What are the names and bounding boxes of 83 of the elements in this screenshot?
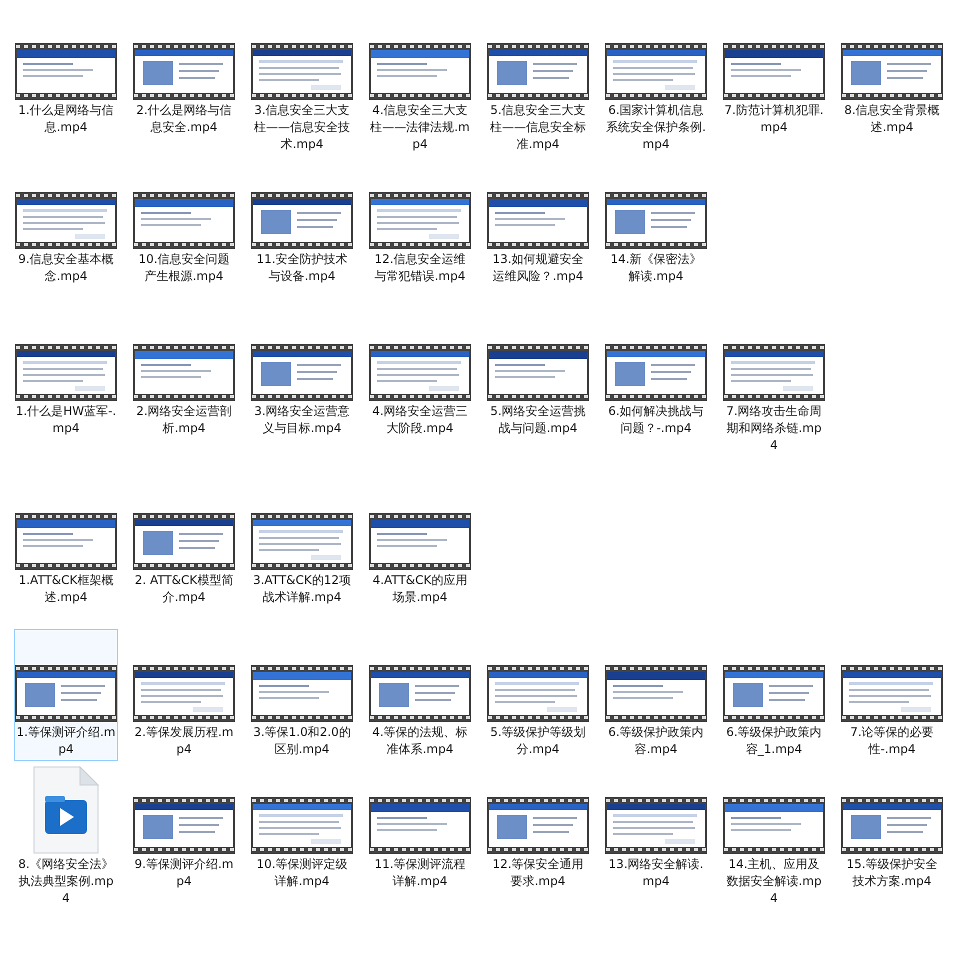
- file-item[interactable]: 5.信息安全三大支柱——信息安全标准.mp4: [486, 7, 590, 156]
- file-name: 1.什么是网络与信息.mp4: [17, 102, 115, 136]
- file-item[interactable]: 1.什么是HW蓝军-.mp4: [14, 308, 118, 457]
- file-item[interactable]: 1.什么是网络与信息.mp4: [14, 7, 118, 156]
- file-item[interactable]: 3.等保1.0和2.0的区别.mp4: [250, 629, 354, 761]
- file-name: 5.网络安全运营挑战与问题.mp4: [489, 403, 587, 437]
- file-name: 1.什么是HW蓝军-.mp4: [15, 403, 117, 437]
- file-item[interactable]: 4.网络安全运营三大阶段.mp4: [368, 308, 472, 457]
- file-item[interactable]: 9.信息安全基本概念.mp4: [14, 156, 118, 288]
- file-item[interactable]: 7.网络攻击生命周期和网络杀链.mp4: [722, 308, 826, 457]
- file-item[interactable]: 1.等保测评介绍.mp4: [14, 629, 118, 761]
- file-name: 7.网络攻击生命周期和网络杀链.mp4: [725, 403, 823, 454]
- file-name: 4.信息安全三大支柱——法律法规.mp4: [369, 102, 471, 153]
- file-item[interactable]: 2.等保发展历程.mp4: [132, 629, 236, 761]
- file-item[interactable]: 6.等级保护政策内容_1.mp4: [722, 629, 826, 761]
- file-name: 4.等保的法规、标准体系.mp4: [371, 724, 469, 758]
- file-name: 12.等保安全通用要求.mp4: [491, 856, 585, 890]
- file-item[interactable]: 10.等保测评定级详解.mp4: [250, 761, 354, 910]
- file-item[interactable]: 14.主机、应用及数据安全解读.mp4: [722, 761, 826, 910]
- file-item[interactable]: 15.等级保护安全技术方案.mp4: [840, 761, 944, 910]
- file-item[interactable]: 7.论等保的必要性-.mp4: [840, 629, 944, 761]
- video-file-icon: [33, 766, 99, 854]
- file-item[interactable]: 14.新《保密法》解读.mp4: [604, 156, 708, 288]
- file-name: 6.等级保护政策内容_1.mp4: [725, 724, 823, 758]
- file-item[interactable]: 1.ATT&CK框架概述.mp4: [14, 477, 118, 609]
- file-item[interactable]: 2.什么是网络与信息安全.mp4: [132, 7, 236, 156]
- file-name: 3.等保1.0和2.0的区别.mp4: [252, 724, 352, 758]
- file-name: 10.信息安全问题产生根源.mp4: [137, 251, 231, 285]
- file-item[interactable]: 10.信息安全问题产生根源.mp4: [132, 156, 236, 288]
- file-item[interactable]: 2.网络安全运营剖析.mp4: [132, 308, 236, 457]
- file-item[interactable]: 13.如何规避安全运维风险？.mp4: [486, 156, 590, 288]
- file-item[interactable]: 11.等保测评流程详解.mp4: [368, 761, 472, 910]
- file-name: 14.新《保密法》解读.mp4: [609, 251, 703, 285]
- file-item[interactable]: 12.等保安全通用要求.mp4: [486, 761, 590, 910]
- file-name: 2.什么是网络与信息安全.mp4: [135, 102, 233, 136]
- file-item[interactable]: 5.等级保护等级划分.mp4: [486, 629, 590, 761]
- file-name: 9.等保测评介绍.mp4: [134, 856, 234, 890]
- file-name: 4.ATT&CK的应用场景.mp4: [372, 572, 468, 606]
- file-name: 7.论等保的必要性-.mp4: [849, 724, 935, 758]
- file-item[interactable]: 4.ATT&CK的应用场景.mp4: [368, 477, 472, 609]
- file-item[interactable]: 6.等级保护政策内容.mp4: [604, 629, 708, 761]
- file-name: 6.如何解决挑战与问题？-.mp4: [607, 403, 705, 437]
- file-item[interactable]: 6.国家计算机信息系统安全保护条例.mp4: [604, 7, 708, 156]
- file-name: 13.如何规避安全运维风险？.mp4: [491, 251, 585, 285]
- file-item[interactable]: 7.防范计算机犯罪.mp4: [722, 7, 826, 156]
- file-name: 1.等保测评介绍.mp4: [16, 724, 116, 758]
- file-name: 8.《网络安全法》执法典型案例.mp4: [17, 856, 115, 907]
- file-name: 14.主机、应用及数据安全解读.mp4: [725, 856, 823, 907]
- file-name: 12.信息安全运维与常犯错误.mp4: [373, 251, 467, 285]
- file-item[interactable]: 9.等保测评介绍.mp4: [132, 761, 236, 910]
- file-name: 6.国家计算机信息系统安全保护条例.mp4: [605, 102, 707, 153]
- file-name: 5.等级保护等级划分.mp4: [489, 724, 587, 758]
- file-item[interactable]: 11.安全防护技术与设备.mp4: [250, 156, 354, 288]
- file-name: 11.等保测评流程详解.mp4: [373, 856, 467, 890]
- file-name: 15.等级保护安全技术方案.mp4: [845, 856, 939, 890]
- file-item[interactable]: 3.信息安全三大支柱——信息安全技术.mp4: [250, 7, 354, 156]
- file-item[interactable]: 4.等保的法规、标准体系.mp4: [368, 629, 472, 761]
- file-item[interactable]: 8.信息安全背景概述.mp4: [840, 7, 944, 156]
- file-name: 6.等级保护政策内容.mp4: [607, 724, 705, 758]
- file-item[interactable]: 6.如何解决挑战与问题？-.mp4: [604, 308, 708, 457]
- file-name: 9.信息安全基本概念.mp4: [17, 251, 115, 285]
- file-item[interactable]: 12.信息安全运维与常犯错误.mp4: [368, 156, 472, 288]
- file-name: 3.ATT&CK的12项战术详解.mp4: [252, 572, 352, 606]
- file-item[interactable]: 13.网络安全解读.mp4: [604, 761, 708, 910]
- file-item[interactable]: 3.网络安全运营意义与目标.mp4: [250, 308, 354, 457]
- file-name: 2.等保发展历程.mp4: [134, 724, 234, 758]
- file-name: 3.信息安全三大支柱——信息安全技术.mp4: [253, 102, 351, 153]
- file-name: 2. ATT&CK模型简介.mp4: [134, 572, 234, 606]
- file-name: 5.信息安全三大支柱——信息安全标准.mp4: [489, 102, 587, 153]
- file-name: 4.网络安全运营三大阶段.mp4: [371, 403, 469, 437]
- file-name: 2.网络安全运营剖析.mp4: [135, 403, 233, 437]
- file-name: 8.信息安全背景概述.mp4: [843, 102, 941, 136]
- file-item[interactable]: 2. ATT&CK模型简介.mp4: [132, 477, 236, 609]
- file-name: 11.安全防护技术与设备.mp4: [255, 251, 349, 285]
- file-item[interactable]: 4.信息安全三大支柱——法律法规.mp4: [368, 7, 472, 156]
- file-item[interactable]: 8.《网络安全法》执法典型案例.mp4: [14, 761, 118, 910]
- file-item[interactable]: 3.ATT&CK的12项战术详解.mp4: [250, 477, 354, 609]
- file-name: 13.网络安全解读.mp4: [608, 856, 704, 890]
- file-name: 7.防范计算机犯罪.mp4: [723, 102, 825, 136]
- file-name: 1.ATT&CK框架概述.mp4: [18, 572, 114, 606]
- file-item[interactable]: 5.网络安全运营挑战与问题.mp4: [486, 308, 590, 457]
- file-name: 10.等保测评定级详解.mp4: [255, 856, 349, 890]
- file-name: 3.网络安全运营意义与目标.mp4: [253, 403, 351, 437]
